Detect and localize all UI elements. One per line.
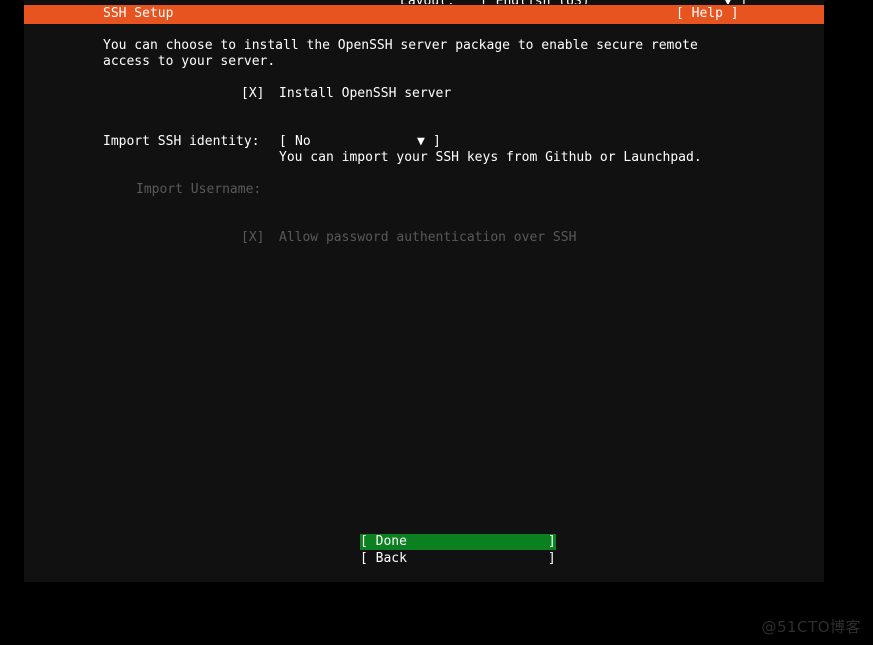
cropped-layout-label: Layout: [400,0,455,4]
cropped-layout-value: [ English (US) [480,0,590,4]
done-button[interactable]: [ Done ] [360,534,556,550]
terminal-screen: Layout: [ English (US) ▼ ] SSH Setup [ H… [24,0,824,582]
description-line-2: access to your server. [24,54,824,70]
import-identity-open-bracket: [ [279,134,287,149]
install-openssh-row[interactable]: [X] Install OpenSSH server [24,86,824,102]
description-line-1: You can choose to install the OpenSSH se… [24,38,824,54]
allow-password-auth-label: Allow password authentication over SSH [279,230,577,245]
page-title: SSH Setup [103,6,174,21]
import-identity-value[interactable]: No [295,134,311,150]
help-button[interactable]: [ Help ] [676,6,739,22]
allow-password-auth-row: [X] Allow password authentication over S… [24,230,824,246]
import-identity-close-bracket: ] [433,134,441,149]
install-openssh-checkbox[interactable]: [X] [241,86,264,102]
chevron-down-icon[interactable]: ▼ [417,134,425,150]
import-identity-row[interactable]: Import SSH identity: [ No ▼ ] [24,134,824,150]
import-username-row: Import Username: [24,182,824,198]
header-bar: SSH Setup [ Help ] [24,5,824,24]
description-text-1: You can choose to install the OpenSSH se… [103,38,698,53]
watermark: @51CTO博客 [761,618,861,636]
back-button[interactable]: [ Back ] [360,551,556,567]
description-text-2: access to your server. [103,54,276,69]
import-identity-label: Import SSH identity: [103,134,260,149]
cropped-previous-row: Layout: [ English (US) ▼ ] [24,0,824,4]
import-username-label: Import Username: [136,182,262,197]
install-openssh-label[interactable]: Install OpenSSH server [279,86,451,102]
allow-password-auth-checkbox: [X] [241,230,265,245]
import-identity-hint: You can import your SSH keys from Github… [279,150,702,165]
import-identity-hint-row: You can import your SSH keys from Github… [24,150,824,166]
cropped-layout-arrow: ▼ ] [724,0,747,4]
